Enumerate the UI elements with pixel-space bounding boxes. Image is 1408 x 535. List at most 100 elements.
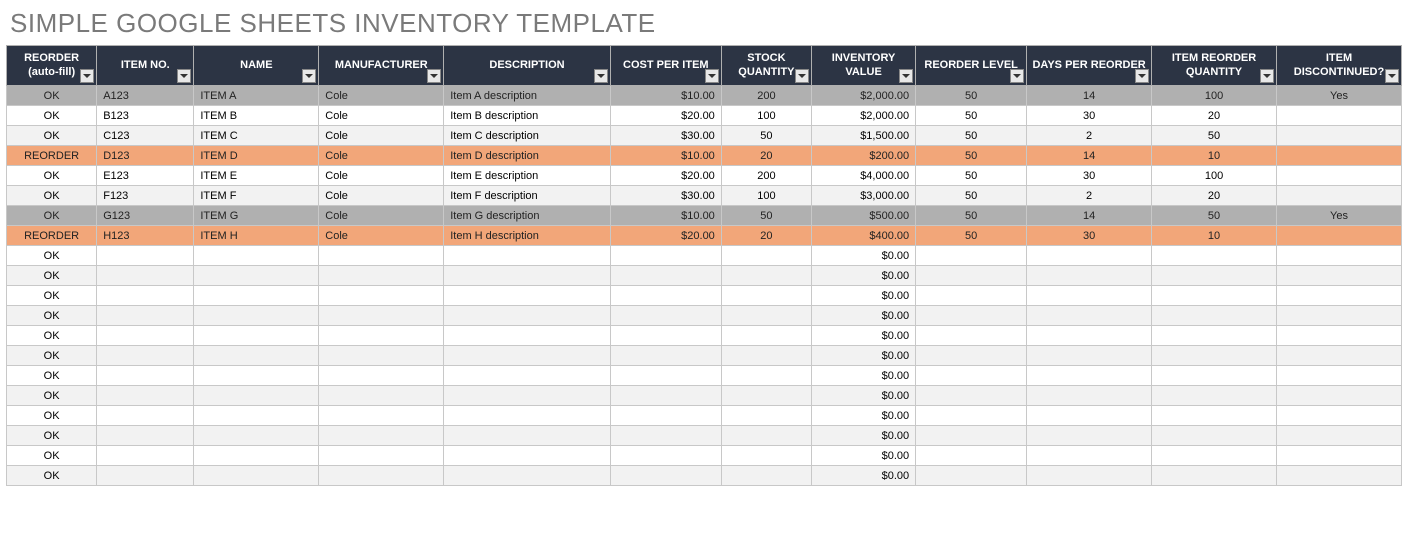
- cell-discontinued[interactable]: [1277, 306, 1402, 326]
- cell-reorder_level[interactable]: [916, 466, 1027, 486]
- cell-reorder[interactable]: OK: [7, 446, 97, 466]
- cell-item_reorder_qty[interactable]: 100: [1152, 166, 1277, 186]
- cell-item_no[interactable]: F123: [97, 186, 194, 206]
- cell-inventory_value[interactable]: $0.00: [812, 246, 916, 266]
- cell-description[interactable]: Item H description: [444, 226, 611, 246]
- column-header-stock_qty[interactable]: STOCK QUANTITY: [721, 46, 811, 86]
- cell-description[interactable]: Item C description: [444, 126, 611, 146]
- cell-item_reorder_qty[interactable]: 50: [1152, 126, 1277, 146]
- cell-reorder[interactable]: REORDER: [7, 226, 97, 246]
- cell-description[interactable]: [444, 326, 611, 346]
- filter-dropdown-icon[interactable]: [177, 69, 191, 83]
- cell-days_per_reorder[interactable]: 2: [1027, 186, 1152, 206]
- cell-item_no[interactable]: E123: [97, 166, 194, 186]
- cell-manufacturer[interactable]: [319, 306, 444, 326]
- cell-manufacturer[interactable]: Cole: [319, 166, 444, 186]
- cell-discontinued[interactable]: [1277, 186, 1402, 206]
- cell-name[interactable]: [194, 466, 319, 486]
- cell-manufacturer[interactable]: Cole: [319, 186, 444, 206]
- cell-item_reorder_qty[interactable]: [1152, 346, 1277, 366]
- cell-item_no[interactable]: [97, 386, 194, 406]
- cell-item_reorder_qty[interactable]: [1152, 266, 1277, 286]
- cell-description[interactable]: [444, 446, 611, 466]
- cell-manufacturer[interactable]: Cole: [319, 226, 444, 246]
- column-header-manufacturer[interactable]: MANUFACTURER: [319, 46, 444, 86]
- column-header-item_reorder_qty[interactable]: ITEM REORDER QUANTITY: [1152, 46, 1277, 86]
- cell-name[interactable]: ITEM A: [194, 86, 319, 106]
- cell-reorder[interactable]: OK: [7, 86, 97, 106]
- filter-dropdown-icon[interactable]: [1135, 69, 1149, 83]
- cell-inventory_value[interactable]: $0.00: [812, 286, 916, 306]
- column-header-cost_per_item[interactable]: COST PER ITEM: [610, 46, 721, 86]
- cell-cost_per_item[interactable]: $10.00: [610, 86, 721, 106]
- cell-reorder[interactable]: OK: [7, 166, 97, 186]
- cell-reorder[interactable]: OK: [7, 326, 97, 346]
- cell-name[interactable]: [194, 346, 319, 366]
- cell-inventory_value[interactable]: $3,000.00: [812, 186, 916, 206]
- cell-discontinued[interactable]: Yes: [1277, 86, 1402, 106]
- cell-discontinued[interactable]: [1277, 466, 1402, 486]
- cell-cost_per_item[interactable]: $20.00: [610, 166, 721, 186]
- cell-item_no[interactable]: H123: [97, 226, 194, 246]
- cell-days_per_reorder[interactable]: 30: [1027, 226, 1152, 246]
- cell-item_no[interactable]: [97, 286, 194, 306]
- cell-reorder_level[interactable]: [916, 426, 1027, 446]
- cell-inventory_value[interactable]: $0.00: [812, 306, 916, 326]
- cell-discontinued[interactable]: [1277, 366, 1402, 386]
- cell-cost_per_item[interactable]: [610, 426, 721, 446]
- cell-discontinued[interactable]: [1277, 146, 1402, 166]
- cell-inventory_value[interactable]: $4,000.00: [812, 166, 916, 186]
- cell-item_no[interactable]: [97, 326, 194, 346]
- cell-item_reorder_qty[interactable]: 20: [1152, 186, 1277, 206]
- cell-stock_qty[interactable]: [721, 326, 811, 346]
- cell-description[interactable]: [444, 286, 611, 306]
- cell-inventory_value[interactable]: $0.00: [812, 466, 916, 486]
- cell-stock_qty[interactable]: [721, 286, 811, 306]
- cell-item_no[interactable]: [97, 426, 194, 446]
- filter-dropdown-icon[interactable]: [899, 69, 913, 83]
- cell-reorder_level[interactable]: [916, 326, 1027, 346]
- cell-item_no[interactable]: [97, 466, 194, 486]
- cell-reorder[interactable]: OK: [7, 266, 97, 286]
- cell-reorder[interactable]: OK: [7, 206, 97, 226]
- cell-description[interactable]: [444, 346, 611, 366]
- cell-item_no[interactable]: A123: [97, 86, 194, 106]
- cell-cost_per_item[interactable]: [610, 246, 721, 266]
- cell-name[interactable]: [194, 446, 319, 466]
- cell-days_per_reorder[interactable]: [1027, 306, 1152, 326]
- cell-description[interactable]: Item F description: [444, 186, 611, 206]
- cell-item_reorder_qty[interactable]: [1152, 286, 1277, 306]
- cell-stock_qty[interactable]: [721, 386, 811, 406]
- cell-discontinued[interactable]: [1277, 126, 1402, 146]
- cell-description[interactable]: Item B description: [444, 106, 611, 126]
- cell-stock_qty[interactable]: [721, 246, 811, 266]
- cell-manufacturer[interactable]: [319, 446, 444, 466]
- cell-item_no[interactable]: [97, 446, 194, 466]
- cell-discontinued[interactable]: [1277, 166, 1402, 186]
- cell-reorder_level[interactable]: [916, 446, 1027, 466]
- cell-reorder[interactable]: OK: [7, 126, 97, 146]
- cell-inventory_value[interactable]: $0.00: [812, 426, 916, 446]
- cell-stock_qty[interactable]: [721, 366, 811, 386]
- cell-reorder_level[interactable]: 50: [916, 166, 1027, 186]
- cell-item_no[interactable]: [97, 346, 194, 366]
- cell-inventory_value[interactable]: $0.00: [812, 386, 916, 406]
- cell-days_per_reorder[interactable]: [1027, 466, 1152, 486]
- cell-cost_per_item[interactable]: $10.00: [610, 146, 721, 166]
- cell-days_per_reorder[interactable]: [1027, 426, 1152, 446]
- cell-manufacturer[interactable]: [319, 366, 444, 386]
- filter-dropdown-icon[interactable]: [594, 69, 608, 83]
- cell-item_reorder_qty[interactable]: [1152, 446, 1277, 466]
- cell-inventory_value[interactable]: $1,500.00: [812, 126, 916, 146]
- cell-item_reorder_qty[interactable]: 10: [1152, 226, 1277, 246]
- cell-days_per_reorder[interactable]: 30: [1027, 106, 1152, 126]
- cell-days_per_reorder[interactable]: 2: [1027, 126, 1152, 146]
- cell-description[interactable]: [444, 306, 611, 326]
- cell-description[interactable]: Item E description: [444, 166, 611, 186]
- cell-cost_per_item[interactable]: [610, 346, 721, 366]
- cell-days_per_reorder[interactable]: 14: [1027, 86, 1152, 106]
- cell-description[interactable]: Item G description: [444, 206, 611, 226]
- cell-item_reorder_qty[interactable]: 100: [1152, 86, 1277, 106]
- cell-discontinued[interactable]: [1277, 286, 1402, 306]
- cell-inventory_value[interactable]: $0.00: [812, 346, 916, 366]
